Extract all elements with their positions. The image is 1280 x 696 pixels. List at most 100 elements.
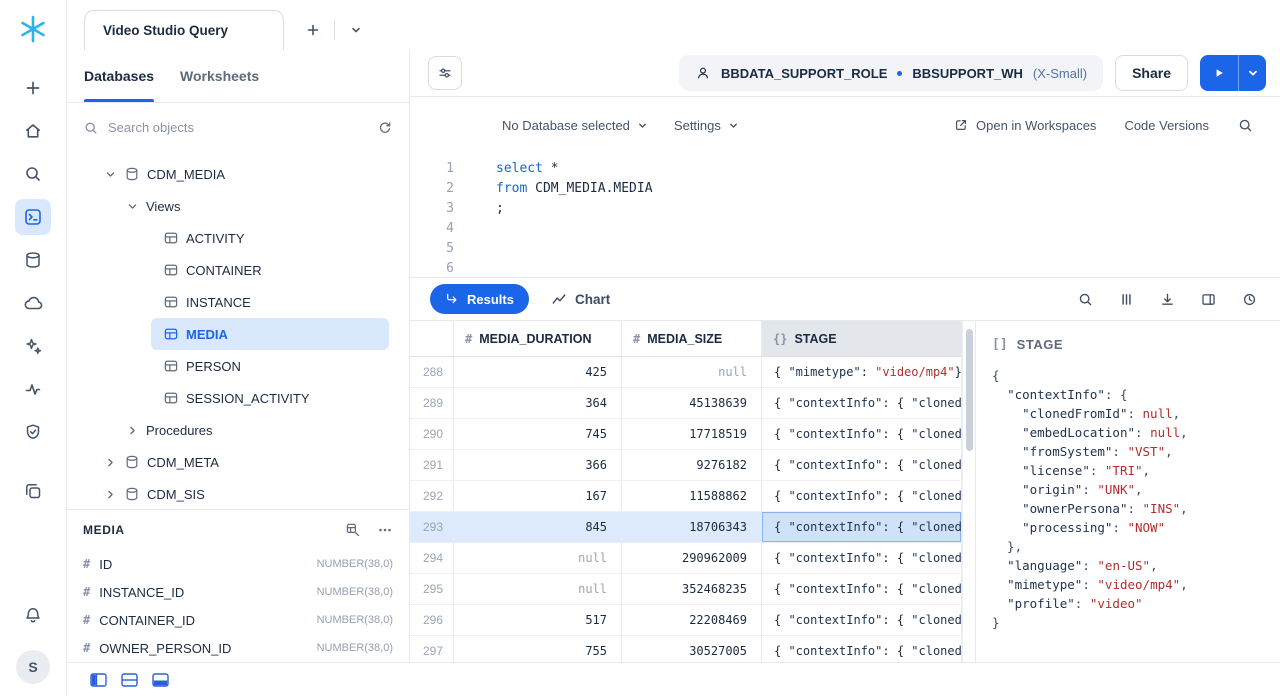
table-cell[interactable]: 517 <box>454 605 622 635</box>
new-worksheet-button[interactable] <box>15 70 51 106</box>
layout-editor-button[interactable] <box>90 673 107 687</box>
stage-cell[interactable]: { "contextInfo": { "clonedFro <box>762 605 962 635</box>
schema-column-row[interactable]: #IDNUMBER(38,0) <box>67 550 409 578</box>
marketplace-button[interactable] <box>15 285 51 321</box>
column-header-stage[interactable]: {} STAGE <box>762 321 962 356</box>
query-history-button[interactable] <box>1241 291 1258 308</box>
columns-button[interactable] <box>1118 291 1135 308</box>
table-row[interactable]: 28936445138639{ "contextInfo": { "cloned… <box>410 388 962 419</box>
table-row[interactable]: 29651722208469{ "contextInfo": { "cloned… <box>410 605 962 636</box>
table-row[interactable]: 29074517718519{ "contextInfo": { "cloned… <box>410 419 962 450</box>
search-nav-button[interactable] <box>15 156 51 192</box>
tree-item-cdm_meta[interactable]: CDM_META <box>67 446 409 478</box>
stage-cell[interactable]: { "mimetype": "video/mp4"} <box>762 357 962 387</box>
layout-results-button[interactable] <box>152 673 169 687</box>
tab-results[interactable]: Results <box>430 284 529 314</box>
notifications-button[interactable] <box>15 597 51 633</box>
table-cell[interactable]: 290962009 <box>622 543 762 573</box>
stage-cell[interactable]: { "contextInfo": { "clonedFro <box>762 636 962 662</box>
table-row[interactable]: 288425null{ "mimetype": "video/mp4"} <box>410 357 962 388</box>
stage-cell[interactable]: { "contextInfo": { "clonedFro <box>762 388 962 418</box>
share-button[interactable]: Share <box>1115 55 1188 91</box>
refresh-button[interactable] <box>377 120 393 136</box>
schema-column-row[interactable]: #INSTANCE_IDNUMBER(38,0) <box>67 578 409 606</box>
row-number-header[interactable] <box>410 321 454 356</box>
stage-cell[interactable]: { "contextInfo": { "clonedFro <box>762 419 962 449</box>
table-cell[interactable]: 755 <box>454 636 622 662</box>
results-scrollbar[interactable] <box>962 321 975 662</box>
schema-column-row[interactable]: #CONTAINER_IDNUMBER(38,0) <box>67 606 409 634</box>
user-avatar[interactable]: S <box>16 650 50 684</box>
code-lines[interactable]: select *from CDM_MEDIA.MEDIA; <box>466 159 653 277</box>
stage-cell[interactable]: { "contextInfo": { "clonedFro <box>762 512 962 542</box>
run-options-button[interactable] <box>1238 55 1266 91</box>
open-in-workspaces-link[interactable]: Open in Workspaces <box>953 117 1096 133</box>
tree-item-session_activity[interactable]: SESSION_ACTIVITY <box>151 382 389 414</box>
table-row[interactable]: 29384518706343{ "contextInfo": { "cloned… <box>410 512 962 543</box>
table-cell[interactable]: 22208469 <box>622 605 762 635</box>
layout-split-button[interactable] <box>121 673 138 687</box>
new-tab-button[interactable] <box>298 15 328 45</box>
tab-databases[interactable]: Databases <box>84 50 154 102</box>
tree-item-activity[interactable]: ACTIVITY <box>151 222 389 254</box>
search-objects-input[interactable]: Search objects <box>83 120 367 136</box>
table-cell[interactable]: null <box>454 574 622 604</box>
snowflake-logo[interactable] <box>18 14 48 44</box>
tree-item-person[interactable]: PERSON <box>151 350 389 382</box>
table-cell[interactable]: 366 <box>454 450 622 480</box>
cell-json-viewer[interactable]: { "contextInfo": { "clonedFromId": null,… <box>992 366 1272 632</box>
tab-worksheets[interactable]: Worksheets <box>180 50 259 102</box>
stage-cell[interactable]: { "contextInfo": { "clonedFro <box>762 450 962 480</box>
table-cell[interactable]: 30527005 <box>622 636 762 662</box>
table-cell[interactable]: 167 <box>454 481 622 511</box>
tree-item-cdm_media[interactable]: CDM_MEDIA <box>67 158 409 190</box>
panel-layout-button[interactable] <box>1200 291 1217 308</box>
sql-editor[interactable]: 123456 select *from CDM_MEDIA.MEDIA; <box>410 153 1280 277</box>
database-selector[interactable]: No Database selected <box>502 118 648 133</box>
schema-more-button[interactable] <box>377 522 393 538</box>
activity-button[interactable] <box>15 371 51 407</box>
table-cell[interactable]: null <box>622 357 762 387</box>
table-cell[interactable]: 17718519 <box>622 419 762 449</box>
table-row[interactable]: 29775530527005{ "contextInfo": { "cloned… <box>410 636 962 662</box>
table-row[interactable]: 2913669276182{ "contextInfo": { "clonedF… <box>410 450 962 481</box>
search-results-button[interactable] <box>1077 291 1094 308</box>
apps-button[interactable] <box>15 473 51 509</box>
tree-item-cdm_sis[interactable]: CDM_SIS <box>67 478 409 509</box>
stage-cell[interactable]: { "contextInfo": { "clonedFro <box>762 543 962 573</box>
worksheet-tab[interactable]: Video Studio Query <box>84 10 284 50</box>
editor-search-button[interactable] <box>1237 117 1254 134</box>
schema-column-row[interactable]: #OWNER_PERSON_IDNUMBER(38,0) <box>67 634 409 662</box>
format-query-button[interactable] <box>428 56 462 90</box>
code-versions-link[interactable]: Code Versions <box>1124 118 1209 133</box>
preview-data-button[interactable] <box>345 522 361 538</box>
table-row[interactable]: 294null290962009{ "contextInfo": { "clon… <box>410 543 962 574</box>
stage-cell[interactable]: { "contextInfo": { "clonedFro <box>762 574 962 604</box>
tab-list-button[interactable] <box>341 15 371 45</box>
table-cell[interactable]: 745 <box>454 419 622 449</box>
table-row[interactable]: 29216711588862{ "contextInfo": { "cloned… <box>410 481 962 512</box>
projects-button[interactable] <box>15 199 51 235</box>
tree-item-media[interactable]: MEDIA <box>151 318 389 350</box>
home-button[interactable] <box>15 113 51 149</box>
run-button[interactable] <box>1200 55 1238 91</box>
tree-item-instance[interactable]: INSTANCE <box>151 286 389 318</box>
column-header-media-size[interactable]: # MEDIA_SIZE <box>622 321 762 356</box>
table-cell[interactable]: null <box>454 543 622 573</box>
table-cell[interactable]: 18706343 <box>622 512 762 542</box>
settings-dropdown[interactable]: Settings <box>674 118 739 133</box>
tree-item-container[interactable]: CONTAINER <box>151 254 389 286</box>
session-context-selector[interactable]: BBDATA_SUPPORT_ROLE BBSUPPORT_WH (X-Smal… <box>679 55 1103 91</box>
table-cell[interactable]: 425 <box>454 357 622 387</box>
table-cell[interactable]: 11588862 <box>622 481 762 511</box>
table-cell[interactable]: 364 <box>454 388 622 418</box>
table-cell[interactable]: 9276182 <box>622 450 762 480</box>
table-cell[interactable]: 45138639 <box>622 388 762 418</box>
column-header-media-duration[interactable]: # MEDIA_DURATION <box>454 321 622 356</box>
governance-button[interactable] <box>15 414 51 450</box>
scrollbar-thumb[interactable] <box>966 329 973 451</box>
tree-item-views[interactable]: Views <box>67 190 409 222</box>
data-button[interactable] <box>15 242 51 278</box>
download-results-button[interactable] <box>1159 291 1176 308</box>
table-row[interactable]: 295null352468235{ "contextInfo": { "clon… <box>410 574 962 605</box>
